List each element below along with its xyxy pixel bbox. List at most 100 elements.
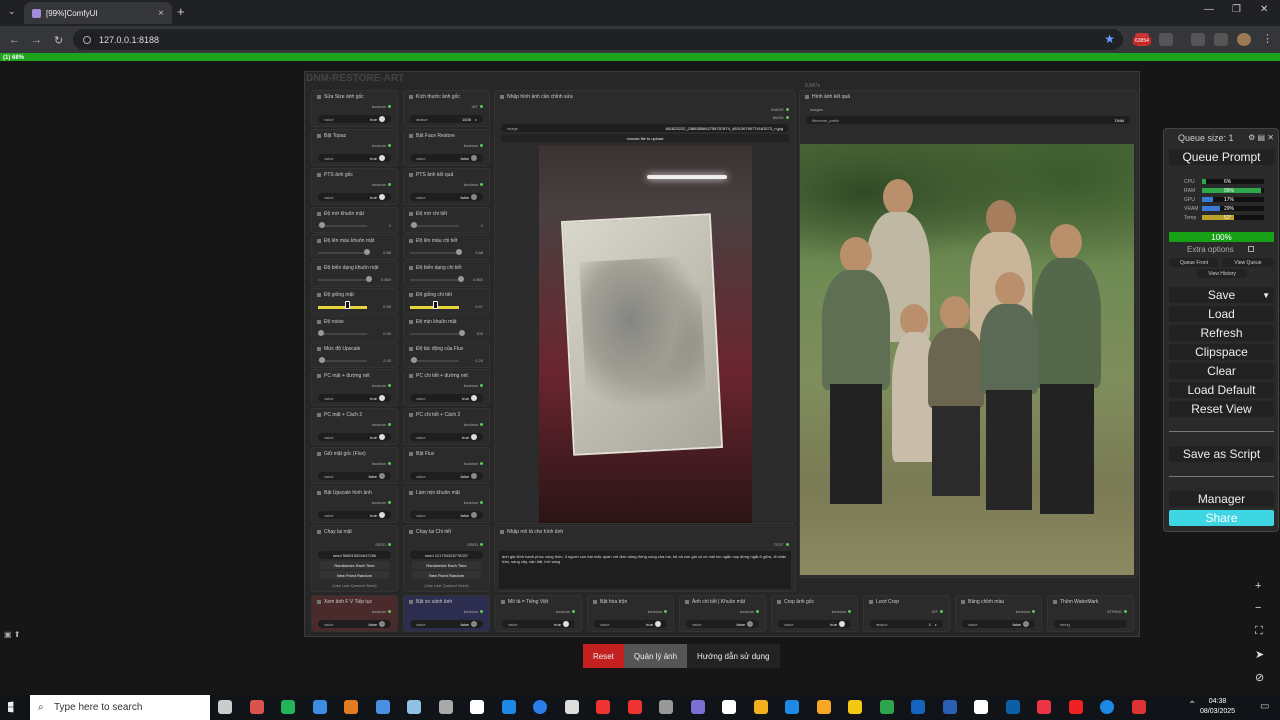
- slider[interactable]: 2: [318, 222, 391, 230]
- chrome-icon[interactable]: [533, 700, 547, 714]
- node-n1[interactable]: Sửa Size ảnh gốc boolean value true: [311, 90, 398, 127]
- view-queue-button[interactable]: View Queue: [1222, 258, 1274, 267]
- reset-view-button[interactable]: Reset View: [1169, 401, 1274, 417]
- slider[interactable]: 0.55: [318, 301, 391, 311]
- calculator-icon[interactable]: [501, 700, 516, 714]
- new-tab-button[interactable]: +: [177, 5, 185, 19]
- node-n18[interactable]: Độ tác động của Flux 0.20: [403, 342, 490, 368]
- close-tab-icon[interactable]: ×: [158, 8, 164, 19]
- app-icon[interactable]: [281, 700, 295, 714]
- zalo-icon[interactable]: [974, 700, 988, 714]
- queue-prompt-button[interactable]: Queue Prompt: [1169, 149, 1274, 165]
- seed-node-detail[interactable]: Chạy lại Chi tiết SEED seed 121750328778…: [403, 525, 490, 592]
- bottom-node[interactable]: Crop ảnh gốc boolean value true: [771, 595, 858, 632]
- randomize-button[interactable]: Randomize Each Time: [320, 561, 389, 569]
- last-seed-button[interactable]: (Use Last Queued Seed): [412, 581, 481, 589]
- slider[interactable]: 0.88: [318, 249, 391, 257]
- maximize-button[interactable]: ❐: [1232, 4, 1241, 15]
- node-n15[interactable]: Độ noise 0.00: [311, 315, 398, 341]
- tab-comfyui[interactable]: [99%]ComfyUI ×: [24, 2, 172, 24]
- queue-front-button[interactable]: Queue Front: [1169, 258, 1219, 267]
- bottom-widget[interactable]: value false: [318, 620, 391, 628]
- canvas-menu-icon[interactable]: ▣ ⬆: [4, 630, 20, 639]
- url-input[interactable]: 127.0.0.1:8188 ★: [73, 29, 1123, 50]
- bottom-widget[interactable]: value true: [502, 620, 575, 628]
- toggle-widget[interactable]: value false: [410, 193, 483, 201]
- image-selector[interactable]: image 481823222_2368355842758757874_46313…: [501, 124, 789, 132]
- slider[interactable]: 0.57: [410, 301, 483, 311]
- toggle-widget[interactable]: value false: [410, 472, 483, 480]
- bottom-node[interactable]: Xem ảnh F V Tiếp tục boolean value false: [311, 595, 398, 632]
- app-icon[interactable]: [627, 700, 642, 714]
- forward-icon[interactable]: →: [31, 34, 42, 46]
- node-n19[interactable]: PC mặt + đường nét boolean value true: [311, 369, 398, 406]
- photoshop-icon[interactable]: [942, 700, 957, 714]
- menu-icon[interactable]: ⋮: [1262, 32, 1273, 45]
- node-n24[interactable]: Bật Flux boolean value false: [403, 447, 490, 484]
- notification-icon[interactable]: ▭: [1260, 701, 1269, 712]
- app-icon[interactable]: [407, 700, 421, 714]
- openai-icon[interactable]: [564, 700, 579, 714]
- save-as-script-button[interactable]: Save as Script: [1169, 446, 1274, 462]
- node-n5[interactable]: PTS ảnh gốc boolean value true: [311, 168, 398, 205]
- bottom-widget[interactable]: string: [1054, 620, 1127, 628]
- pdf-icon[interactable]: [1037, 700, 1051, 714]
- toggle-widget[interactable]: value true: [318, 115, 391, 123]
- node-n12[interactable]: Độ biến dạng chi tiết 0.850: [403, 261, 490, 287]
- panel-settings-icon[interactable]: ⚙ ▤ ✕: [1248, 133, 1274, 142]
- node-n23[interactable]: Giữ mặt gốc (Flux) boolean value false: [311, 447, 398, 484]
- toggle-widget[interactable]: value true: [410, 394, 483, 402]
- download-icon[interactable]: [1214, 33, 1228, 46]
- toggle-widget[interactable]: value false: [410, 511, 483, 519]
- clipspace-button[interactable]: Clipspace: [1169, 344, 1274, 360]
- node-n16[interactable]: Độ mịn khuôn mặt 100: [403, 315, 490, 341]
- edge-icon[interactable]: [375, 700, 390, 714]
- bottom-widget[interactable]: value true: [594, 620, 667, 628]
- toggle-widget[interactable]: value false: [318, 472, 391, 480]
- slider[interactable]: 0.850: [318, 276, 391, 284]
- node-n25[interactable]: Bật Upscale hình ảnh boolean value true: [311, 486, 398, 523]
- reset-button[interactable]: Reset: [583, 644, 624, 668]
- node-n20[interactable]: PC chi tiết + đường nét boolean value true: [403, 369, 490, 406]
- last-seed-button[interactable]: (Use Last Queued Seed): [320, 581, 389, 589]
- bottom-node[interactable]: Bật so sánh ảnh boolean value false: [403, 595, 490, 632]
- slider[interactable]: 2.00: [318, 357, 391, 365]
- node-n26[interactable]: Làm mịn khuôn mặt boolean value false: [403, 486, 490, 523]
- chrome-icon[interactable]: [1100, 700, 1114, 714]
- fixed-random-button[interactable]: New Fixed Random: [412, 571, 481, 579]
- pointer-icon[interactable]: ➤: [1255, 648, 1264, 661]
- toggle-widget[interactable]: value true: [318, 433, 391, 441]
- app-icon[interactable]: [596, 700, 610, 714]
- filename-prefix-input[interactable]: filename_prefix DNM: [806, 116, 1130, 124]
- seed-input[interactable]: seed 121750328778337: [410, 551, 483, 559]
- hide-links-icon[interactable]: ⊘: [1255, 671, 1264, 684]
- app-icon[interactable]: [470, 700, 484, 714]
- slider[interactable]: 2: [410, 222, 483, 230]
- bottom-node[interactable]: Bảng chỉnh màu boolean value false: [955, 595, 1042, 632]
- node-n4[interactable]: Bật Face Restore boolean value false: [403, 129, 490, 166]
- node-n22[interactable]: PC chi tiết + Cách 2 boolean value true: [403, 408, 490, 445]
- bottom-node[interactable]: Lượt Crop INT ◂ value 1 ▸: [863, 595, 950, 632]
- slider[interactable]: 100: [410, 330, 483, 338]
- user-guide-button[interactable]: Hướng dẫn sử dụng: [687, 644, 780, 668]
- tray-chevron-icon[interactable]: ⌃: [1188, 700, 1196, 711]
- node-n13[interactable]: Độ giống mặt 0.55: [311, 288, 398, 314]
- task-view-icon[interactable]: [218, 700, 232, 714]
- node-n7[interactable]: Độ mờ khuôn mặt 2: [311, 207, 398, 233]
- fixed-random-button[interactable]: New Fixed Random: [320, 571, 389, 579]
- refresh-button[interactable]: Refresh: [1169, 325, 1274, 341]
- bookmark-star-icon[interactable]: ★: [1104, 32, 1115, 46]
- app-icon[interactable]: [848, 700, 862, 714]
- app-icon[interactable]: [722, 700, 736, 714]
- load-default-button[interactable]: Load Default: [1169, 382, 1274, 398]
- file-explorer-icon[interactable]: [753, 700, 768, 714]
- bottom-widget[interactable]: value true: [778, 620, 851, 628]
- bottom-widget[interactable]: value false: [962, 620, 1035, 628]
- share-button[interactable]: Share: [1169, 510, 1274, 526]
- toggle-widget[interactable]: value true: [410, 433, 483, 441]
- node-n11[interactable]: Độ biến dạng khuôn mặt 0.850: [311, 261, 398, 287]
- upload-button[interactable]: choose file to upload: [501, 134, 789, 142]
- node-n17[interactable]: Mức độ Upscale 2.00: [311, 342, 398, 368]
- load-button[interactable]: Load: [1169, 306, 1274, 322]
- node-n9[interactable]: Độ lên màu khuôn mặt 0.88: [311, 234, 398, 260]
